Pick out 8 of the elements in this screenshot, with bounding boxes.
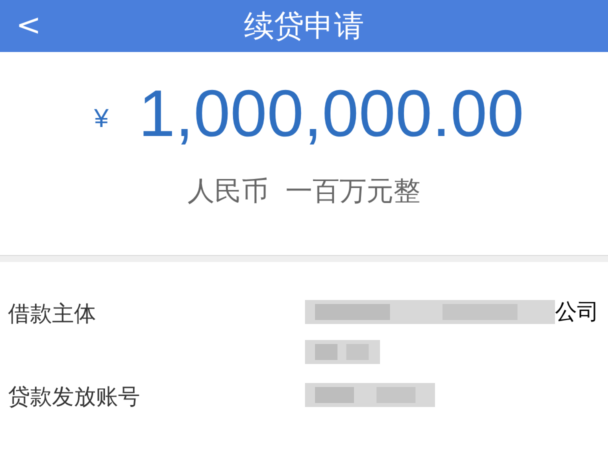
field-label: 借款主体 (8, 301, 97, 329)
amount-in-words: 人民币 一百万元整 (187, 175, 421, 209)
amount-value: 1,000,000.00 (138, 80, 524, 146)
field-label: 贷款发放账号 (8, 384, 141, 412)
back-button[interactable]: < (16, 11, 42, 41)
field-value: 公司 (555, 299, 599, 327)
page-title: 续贷申请 (244, 8, 364, 46)
currency-symbol: ¥ (94, 102, 109, 134)
